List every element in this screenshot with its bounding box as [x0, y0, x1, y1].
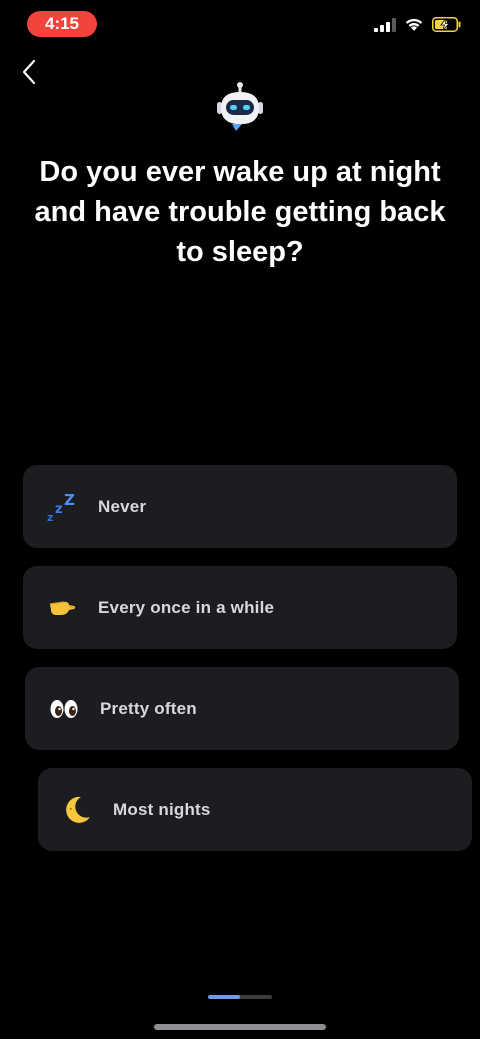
pinching-hand-icon	[47, 593, 77, 623]
option-label: Most nights	[113, 799, 211, 819]
option-every-once-in-a-while[interactable]: Every once in a while	[23, 566, 457, 649]
progress-fill	[208, 995, 240, 999]
robot-chat-icon	[212, 80, 268, 136]
svg-text:z: z	[55, 502, 63, 517]
svg-text:z: z	[47, 511, 53, 522]
battery-charging-icon	[432, 17, 462, 37]
svg-text:Z: Z	[64, 492, 75, 509]
option-label: Pretty often	[100, 698, 197, 718]
home-indicator[interactable]	[154, 1024, 326, 1030]
status-bar: 4:15	[0, 0, 480, 50]
option-most-nights[interactable]: Most nights	[38, 768, 472, 851]
status-time: 4:15	[27, 11, 97, 37]
eyes-icon	[49, 694, 79, 724]
status-icons	[374, 17, 462, 37]
zzz-icon: z z Z	[47, 492, 77, 522]
option-never[interactable]: z z Z Never	[23, 465, 457, 548]
crescent-moon-icon	[62, 795, 92, 825]
back-button[interactable]	[12, 56, 46, 92]
option-label: Never	[98, 496, 147, 516]
chevron-left-icon	[22, 59, 36, 90]
cellular-signal-icon	[374, 17, 396, 37]
question-title: Do you ever wake up at night and have tr…	[34, 156, 446, 268]
option-label: Every once in a while	[98, 597, 275, 617]
wifi-icon	[404, 17, 424, 37]
option-pretty-often[interactable]: Pretty often	[25, 667, 459, 750]
progress-bar	[208, 995, 272, 999]
